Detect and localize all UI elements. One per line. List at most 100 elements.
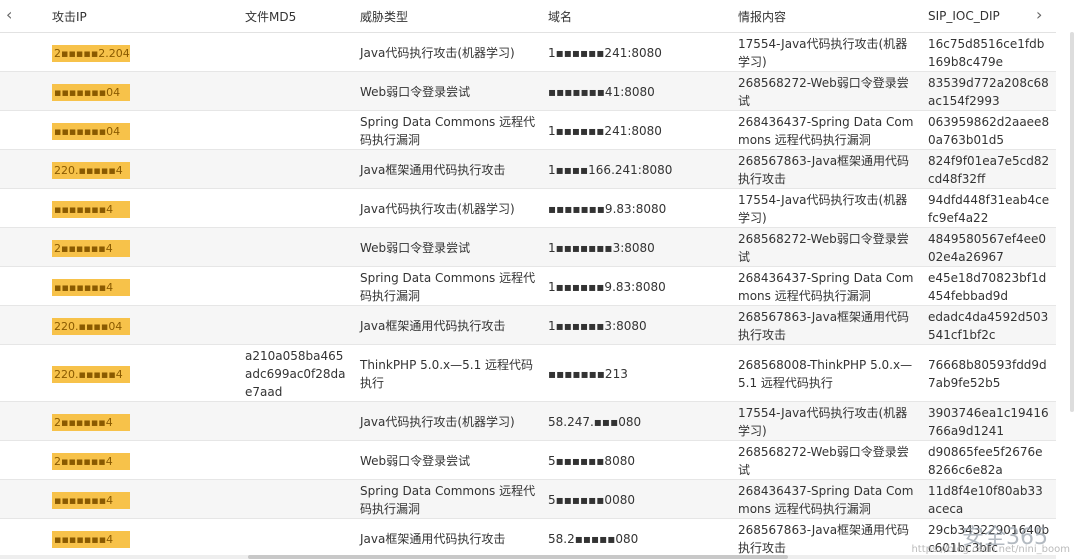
attack-ip-cell: 220.▪▪▪▪▪4 [46, 149, 239, 189]
redacted-ip: ▪▪▪▪▪▪▪4 [52, 491, 130, 509]
sip-ioc-dip-cell-text: 16c75d8516ce1fdb169b8c479e [928, 36, 1045, 69]
threat-table: 攻击IP 文件MD5 威胁类型 域名 情报内容 SIP_IOC_DIP 2▪▪▪… [0, 0, 1056, 558]
intel-content-cell: 268567863-Java框架通用代码执行攻击 [732, 305, 922, 345]
row-spacer [0, 479, 46, 519]
threat-type-cell: ThinkPHP 5.0.x—5.1 远程代码执行 [354, 344, 542, 402]
redacted-ip: ▪▪▪▪▪▪▪4 [52, 278, 130, 296]
threat-type-cell: Spring Data Commons 远程代码执行漏洞 [354, 110, 542, 150]
sip-ioc-dip-cell: 063959862d2aaee80a763b01d5 [922, 110, 1056, 150]
sip-ioc-dip-cell-text: 11d8f4e10f80ab33aceca [928, 483, 1043, 516]
threat-type-cell: Java代码执行攻击(机器学习) [354, 32, 542, 72]
row-spacer [0, 149, 46, 189]
vertical-scrollbar[interactable] [1056, 0, 1080, 559]
intel-content-cell-text: 268568272-Web弱口令登录尝试 [738, 75, 909, 108]
threat-type-cell-text: Java框架通用代码执行攻击 [360, 531, 506, 546]
domain-cell-text: 5▪▪▪▪▪▪0080 [548, 492, 635, 507]
redacted-ip: ▪▪▪▪▪▪▪04 [52, 122, 130, 140]
sip-ioc-dip-cell-text: d90865fee5f2676e8266c6e82a [928, 444, 1043, 477]
vertical-scrollbar-thumb[interactable] [1070, 32, 1074, 412]
table-row[interactable]: ▪▪▪▪▪▪▪4 Spring Data Commons 远程代码执行漏洞 1▪▪▪… [0, 266, 1056, 306]
row-spacer [0, 344, 46, 402]
intel-content-cell-text: 17554-Java代码执行攻击(机器学习) [738, 192, 908, 225]
attack-ip-cell: ▪▪▪▪▪▪▪4 [46, 479, 239, 519]
threat-type-cell: Web弱口令登录尝试 [354, 440, 542, 480]
threat-type-cell: Web弱口令登录尝试 [354, 227, 542, 267]
column-header-intel-content[interactable]: 情报内容 [732, 0, 922, 33]
row-spacer [0, 266, 46, 306]
table-row[interactable]: ▪▪▪▪▪▪▪4 Spring Data Commons 远程代码执行漏洞 5▪▪▪… [0, 479, 1056, 519]
intel-content-cell-text: 268567863-Java框架通用代码执行攻击 [738, 309, 910, 342]
file-md5-cell [239, 227, 354, 267]
threat-type-cell: Spring Data Commons 远程代码执行漏洞 [354, 266, 542, 306]
row-spacer [0, 440, 46, 480]
threat-type-cell-text: Java代码执行攻击(机器学习) [360, 201, 515, 216]
redacted-ip: ▪▪▪▪▪▪▪04 [52, 83, 130, 101]
intel-content-cell-text: 268436437-Spring Data Commons 远程代码执行漏洞 [738, 114, 914, 147]
scroll-left-icon[interactable]: ‹ [6, 5, 12, 24]
domain-cell: 58.2▪▪▪▪▪080 [542, 518, 732, 558]
table-row[interactable]: 2▪▪▪▪▪2.204 Java代码执行攻击(机器学习) 1▪▪▪▪▪▪241:80… [0, 32, 1056, 72]
table-row[interactable]: 220.▪▪▪▪▪4 Java框架通用代码执行攻击 1▪▪▪▪166.241:808… [0, 149, 1056, 189]
horizontal-scrollbar-thumb[interactable] [248, 555, 788, 559]
table-row[interactable]: 2▪▪▪▪▪▪4 Java代码执行攻击(机器学习) 58.247.▪▪▪080 175… [0, 401, 1056, 441]
row-spacer [0, 32, 46, 72]
table-row[interactable]: ▪▪▪▪▪▪▪4 Java代码执行攻击(机器学习) ▪▪▪▪▪▪▪9.83:8080… [0, 188, 1056, 228]
threat-type-cell: Java框架通用代码执行攻击 [354, 149, 542, 189]
redacted-ip: 220.▪▪▪▪▪4 [52, 365, 130, 383]
column-header-threat-type[interactable]: 威胁类型 [354, 0, 542, 33]
file-md5-cell [239, 71, 354, 111]
intel-content-cell: 17554-Java代码执行攻击(机器学习) [732, 32, 922, 72]
sip-ioc-dip-cell: edadc4da4592d503541cf1bf2c [922, 305, 1056, 345]
table-row[interactable]: 2▪▪▪▪▪▪4 Web弱口令登录尝试 1▪▪▪▪▪▪▪3:8080 26856827… [0, 227, 1056, 267]
column-header-file-md5[interactable]: 文件MD5 [239, 0, 354, 33]
sip-ioc-dip-cell: 3903746ea1c19416766a9d1241 [922, 401, 1056, 441]
file-md5-cell [239, 188, 354, 228]
domain-cell: 58.247.▪▪▪080 [542, 401, 732, 441]
threat-type-cell: Java代码执行攻击(机器学习) [354, 188, 542, 228]
attack-ip-cell: 2▪▪▪▪▪▪4 [46, 440, 239, 480]
sip-ioc-dip-cell-text: edadc4da4592d503541cf1bf2c [928, 309, 1049, 342]
table-row[interactable]: ▪▪▪▪▪▪▪4 Java框架通用代码执行攻击 58.2▪▪▪▪▪080 268567… [0, 518, 1056, 558]
row-spacer [0, 71, 46, 111]
table-row[interactable]: ▪▪▪▪▪▪▪04 Web弱口令登录尝试 ▪▪▪▪▪▪▪41:8080 2685682… [0, 71, 1056, 111]
threat-type-cell-text: Java框架通用代码执行攻击 [360, 162, 506, 177]
sip-ioc-dip-cell: e45e18d70823bf1d454febbad9d [922, 266, 1056, 306]
domain-cell: 1▪▪▪▪▪▪241:8080 [542, 110, 732, 150]
redacted-ip: 2▪▪▪▪▪▪4 [52, 239, 130, 257]
attack-ip-cell: ▪▪▪▪▪▪▪4 [46, 518, 239, 558]
table-row[interactable]: 2▪▪▪▪▪▪4 Web弱口令登录尝试 5▪▪▪▪▪▪8080 268568272-W… [0, 440, 1056, 480]
domain-cell-text: 5▪▪▪▪▪▪8080 [548, 453, 635, 468]
intel-content-cell: 17554-Java代码执行攻击(机器学习) [732, 401, 922, 441]
intel-content-cell: 268568272-Web弱口令登录尝试 [732, 227, 922, 267]
domain-cell-text: 1▪▪▪▪166.241:8080 [548, 162, 673, 177]
threat-type-cell: Spring Data Commons 远程代码执行漏洞 [354, 479, 542, 519]
intel-content-cell: 268568008-ThinkPHP 5.0.x—5.1 远程代码执行 [732, 344, 922, 402]
threat-type-cell-text: ThinkPHP 5.0.x—5.1 远程代码执行 [360, 357, 534, 390]
row-spacer [0, 110, 46, 150]
threat-type-cell-text: Spring Data Commons 远程代码执行漏洞 [360, 114, 536, 147]
sip-ioc-dip-cell-text: e45e18d70823bf1d454febbad9d [928, 270, 1047, 303]
domain-cell-text: 1▪▪▪▪▪▪3:8080 [548, 318, 647, 333]
column-header-domain[interactable]: 域名 [542, 0, 732, 33]
table-row[interactable]: 220.▪▪▪▪04 Java框架通用代码执行攻击 1▪▪▪▪▪▪3:8080 268… [0, 305, 1056, 345]
table-row[interactable]: 220.▪▪▪▪▪4 a210a058ba465adc699ac0f28dae7a… [0, 344, 1056, 402]
intel-content-cell-text: 268567863-Java框架通用代码执行攻击 [738, 153, 910, 186]
threat-type-cell-text: Web弱口令登录尝试 [360, 84, 471, 99]
threat-type-cell: Web弱口令登录尝试 [354, 71, 542, 111]
sip-ioc-dip-cell: 83539d772a208c68ac154f2993 [922, 71, 1056, 111]
domain-cell: 1▪▪▪▪▪▪▪3:8080 [542, 227, 732, 267]
redacted-ip: 2▪▪▪▪▪▪4 [52, 452, 130, 470]
sip-ioc-dip-cell-text: 83539d772a208c68ac154f2993 [928, 75, 1049, 108]
file-md5-cell [239, 479, 354, 519]
domain-cell-text: ▪▪▪▪▪▪▪213 [548, 366, 628, 381]
attack-ip-cell: 220.▪▪▪▪04 [46, 305, 239, 345]
intel-content-cell-text: 17554-Java代码执行攻击(机器学习) [738, 36, 908, 69]
sip-ioc-dip-cell: 824f9f01ea7e5cd82cd48f32ff [922, 149, 1056, 189]
scroll-right-icon[interactable]: › [1036, 5, 1042, 24]
intel-content-cell: 268436437-Spring Data Commons 远程代码执行漏洞 [732, 266, 922, 306]
table-row[interactable]: ▪▪▪▪▪▪▪04 Spring Data Commons 远程代码执行漏洞 1▪▪… [0, 110, 1056, 150]
redacted-ip: 220.▪▪▪▪▪4 [52, 161, 130, 179]
column-header-attack-ip[interactable]: 攻击IP [46, 0, 239, 33]
horizontal-scrollbar[interactable] [0, 555, 1056, 559]
redacted-ip: 2▪▪▪▪▪▪4 [52, 413, 130, 431]
